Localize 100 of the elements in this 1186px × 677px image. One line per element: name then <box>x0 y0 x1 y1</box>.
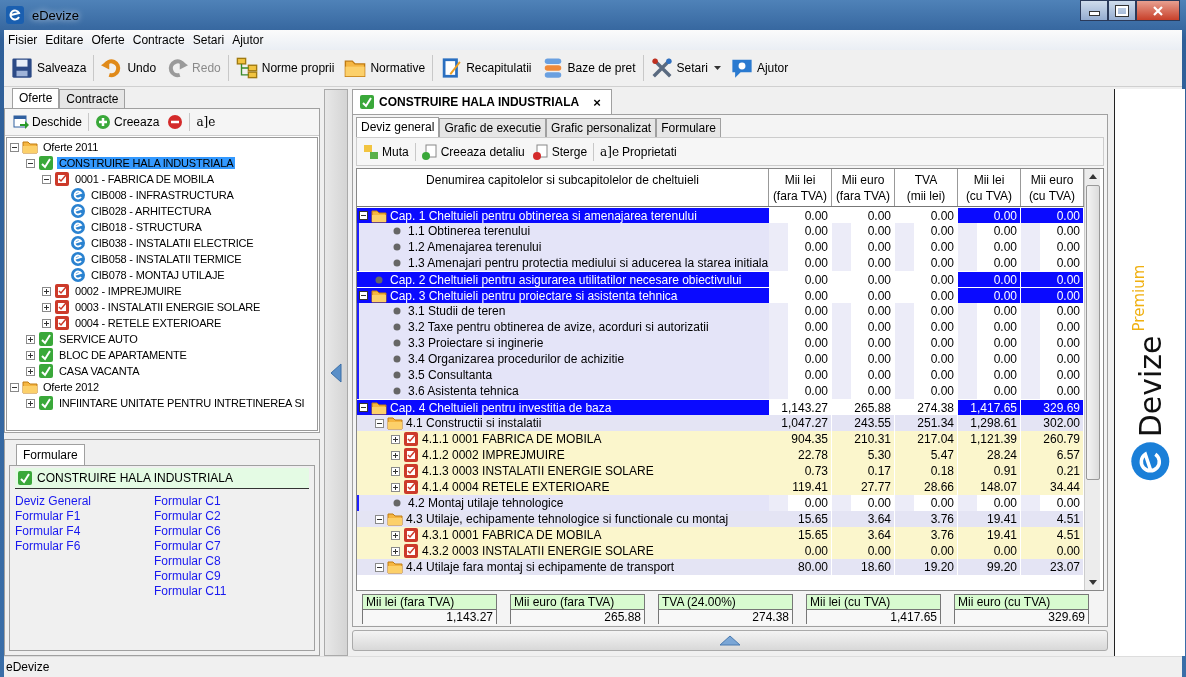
expand-toggle[interactable] <box>391 482 400 492</box>
form-link[interactable]: Formular C7 <box>154 539 221 554</box>
expand-toggle[interactable] <box>391 546 400 556</box>
toolbar-button[interactable]: Creeaza <box>93 113 162 131</box>
form-link[interactable]: Formular C9 <box>154 569 221 584</box>
expand-toggle[interactable] <box>359 211 368 220</box>
toolbar-button[interactable]: Normative <box>341 55 429 81</box>
form-link[interactable]: Formular C11 <box>154 584 227 599</box>
toolbar-button[interactable]: Deschide <box>11 113 85 131</box>
menu-item[interactable]: Ajutor <box>232 33 264 47</box>
menu-item[interactable]: Oferte <box>91 33 125 47</box>
tree-item[interactable]: INFIINTARE UNITATE PENTRU INTRETINEREA SI <box>57 397 307 409</box>
toolbar-button[interactable]: Muta <box>361 142 411 161</box>
tree-item[interactable]: CIB028 - ARHITECTURA <box>89 205 214 217</box>
collapse-arrow-icon[interactable] <box>330 362 342 383</box>
expand-toggle[interactable] <box>375 418 384 428</box>
tree-item[interactable]: 0003 - INSTALATII ENERGIE SOLARE <box>73 301 263 313</box>
toolbar-button[interactable]: Ajutor <box>727 55 792 81</box>
tab[interactable]: Grafic personalizat <box>546 118 657 137</box>
tree-item[interactable]: Oferte 2012 <box>41 381 101 393</box>
tab[interactable]: Formulare <box>656 118 721 137</box>
table-cell: 0.00 <box>958 272 1021 287</box>
form-link[interactable]: Formular C1 <box>154 494 221 509</box>
expand-toggle[interactable] <box>26 158 35 168</box>
expand-toggle[interactable] <box>42 302 51 312</box>
expand-toggle[interactable] <box>391 450 400 460</box>
toolbar-button[interactable]: Creeaza detaliu <box>419 142 527 161</box>
minimize-button[interactable] <box>1080 0 1108 21</box>
tree-item[interactable]: 0002 - IMPREJMUIRE <box>73 285 184 297</box>
form-link[interactable]: Formular F6 <box>15 539 81 554</box>
form-link[interactable]: Deviz General <box>15 494 92 509</box>
expand-toggle[interactable] <box>391 466 400 476</box>
toolbar-button[interactable]: Recapitulatii <box>437 55 535 81</box>
menu-item[interactable]: Setari <box>192 33 225 47</box>
maximize-button[interactable] <box>1108 0 1136 21</box>
toolbar-button[interactable]: Setari <box>647 55 724 81</box>
expand-arrow-icon[interactable] <box>719 635 741 646</box>
expand-toggle[interactable] <box>26 334 35 344</box>
scroll-thumb[interactable] <box>1085 185 1100 480</box>
tree-item[interactable]: BLOC DE APARTAMENTE <box>57 349 189 361</box>
tree-item[interactable]: 0001 - FABRICA DE MOBILA <box>73 173 216 185</box>
form-link[interactable]: Formular F4 <box>15 524 81 539</box>
expand-toggle[interactable] <box>42 318 51 328</box>
toolbar-button[interactable]: Salveaza <box>8 55 90 81</box>
expand-toggle[interactable] <box>26 398 35 408</box>
tree-item[interactable]: CIB018 - STRUCTURA <box>89 221 204 233</box>
expand-toggle[interactable] <box>391 434 400 444</box>
tab[interactable]: Grafic de executie <box>439 118 547 137</box>
row-label: Cap. 1 Cheltuieli pentru obtinerea si amenajarea terenului <box>390 208 697 223</box>
tab[interactable]: Formulare <box>16 444 85 465</box>
scrollbar[interactable] <box>1084 169 1100 590</box>
expand-toggle[interactable] <box>359 403 368 412</box>
form-link[interactable]: Formular C8 <box>154 554 221 569</box>
table-cell: 15.65 <box>769 511 832 527</box>
table-cell: 0.73 <box>769 463 832 479</box>
expand-toggle[interactable] <box>375 514 384 524</box>
close-tab-button[interactable]: × <box>593 94 601 110</box>
tab[interactable]: Contracte <box>59 89 126 108</box>
row-label: 1.1 Obtinerea terenului <box>408 223 531 239</box>
tree-item[interactable]: CIB038 - INSTALATII ELECTRICE <box>89 237 256 249</box>
document-tab[interactable]: CONSTRUIRE HALA INDUSTRIALA × <box>352 89 612 114</box>
tab[interactable]: Oferte <box>12 88 60 108</box>
toolbar-button[interactable]: Norme proprii <box>232 55 338 81</box>
menu-item[interactable]: Editare <box>45 33 84 47</box>
tree-item[interactable]: SERVICE AUTO <box>57 333 140 345</box>
table-cell: 1,121.39 <box>958 431 1021 447</box>
scroll-down-icon[interactable] <box>1088 580 1097 585</box>
toolbar-button[interactable]: Sterge <box>530 142 590 161</box>
expand-toggle[interactable] <box>391 530 400 540</box>
document-check-icon <box>403 543 419 559</box>
tree-item[interactable]: CIB008 - INFRASTRUCTURA <box>89 189 236 201</box>
tree-item[interactable]: CONSTRUIRE HALA INDUSTRIALA <box>57 157 236 169</box>
expand-toggle[interactable] <box>42 174 51 184</box>
expand-toggle[interactable] <box>359 291 368 300</box>
tab[interactable]: Deviz general <box>356 117 440 137</box>
document-check-icon <box>54 315 70 331</box>
form-link[interactable]: Formular C6 <box>154 524 221 539</box>
toolbar-button[interactable]: a]e <box>194 114 218 130</box>
toolbar-button[interactable]: Baze de pret <box>538 55 639 81</box>
close-button[interactable] <box>1136 0 1180 21</box>
tree-item[interactable]: 0004 - RETELE EXTERIOARE <box>73 317 224 329</box>
expand-toggle[interactable] <box>42 286 51 296</box>
toolbar-button[interactable]: a]e Proprietati <box>598 143 679 160</box>
form-link[interactable]: Formular F1 <box>15 509 81 524</box>
tree-item[interactable]: Oferte 2011 <box>41 141 101 153</box>
tree-item[interactable]: CIB078 - MONTAJ UTILAJE <box>89 269 227 281</box>
tree-item[interactable]: CASA VACANTA <box>57 365 142 377</box>
toolbar-button[interactable]: Undo <box>98 55 160 81</box>
menu-item[interactable]: Fisier <box>8 33 38 47</box>
table-cell: 243.55 <box>832 415 895 431</box>
expand-toggle[interactable] <box>26 350 35 360</box>
tree-item[interactable]: CIB058 - INSTALATII TERMICE <box>89 253 244 265</box>
menu-item[interactable]: Contracte <box>132 33 185 47</box>
expand-toggle[interactable] <box>10 142 19 152</box>
expand-toggle[interactable] <box>375 562 384 572</box>
expand-toggle[interactable] <box>10 382 19 392</box>
form-link[interactable]: Formular C2 <box>154 509 221 524</box>
table-cell: 0.00 <box>1021 208 1084 223</box>
expand-toggle[interactable] <box>26 366 35 376</box>
scroll-up-icon[interactable] <box>1088 174 1097 179</box>
